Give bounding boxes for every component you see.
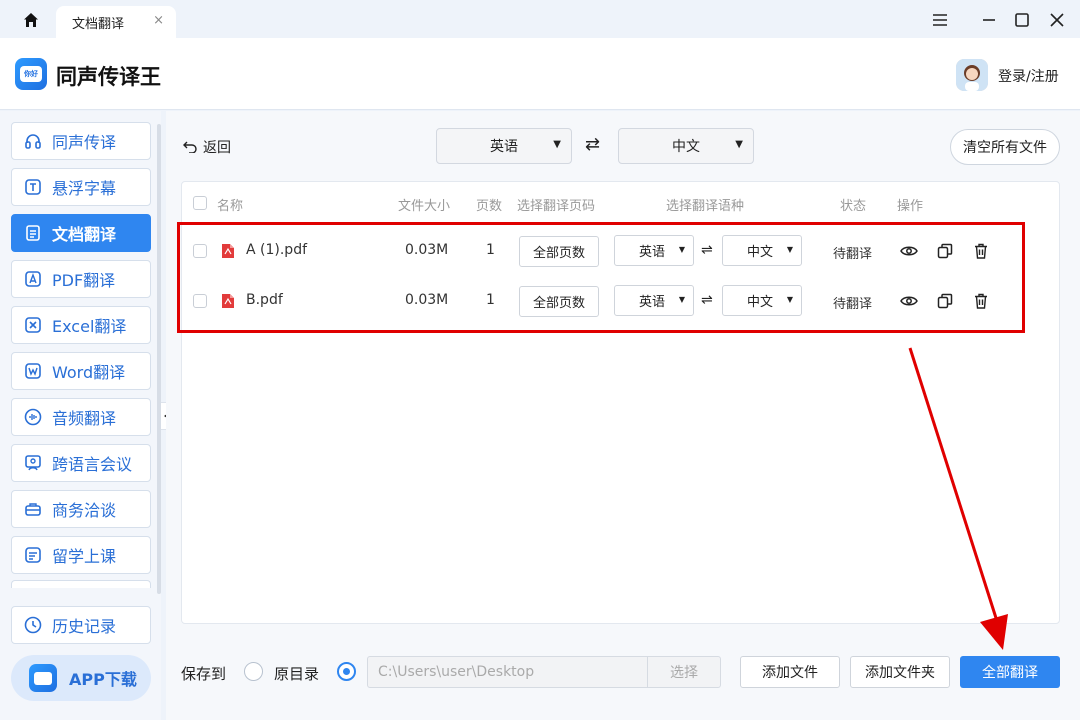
source-language-value: 英语 (490, 139, 518, 155)
headphones-icon (24, 132, 42, 150)
header-status: 状态 (840, 199, 867, 214)
home-button[interactable] (16, 8, 46, 32)
app-download-button[interactable]: APP下载 (11, 655, 151, 701)
app-logo-small (29, 664, 57, 692)
header-language: 选择翻译语种 (666, 199, 745, 214)
sidebar-item-business-negotiation[interactable]: 商务洽谈 (11, 490, 151, 528)
original-dir-radio[interactable] (244, 662, 263, 681)
translate-all-button[interactable]: 全部翻译 (960, 656, 1060, 688)
swap-language-button[interactable]: ⇄ (585, 134, 600, 155)
clock-icon (24, 616, 42, 634)
sidebar-item-cross-language-meeting[interactable]: 跨语言会议 (11, 444, 151, 482)
avatar[interactable] (956, 59, 988, 91)
dropdown-arrow-icon: ▼ (735, 139, 743, 150)
sidebar-item-study-abroad[interactable]: 留学上课 (11, 536, 151, 574)
sidebar-item-floating-subtitle[interactable]: 悬浮字幕 (11, 168, 151, 206)
source-language-select[interactable]: 英语 ▼ (436, 128, 572, 164)
briefcase-icon (24, 500, 42, 518)
back-label: 返回 (203, 140, 231, 156)
clear-all-files-button[interactable]: 清空所有文件 (950, 129, 1060, 165)
minimize-button[interactable] (977, 8, 1001, 32)
sidebar-item-label: 留学上课 (52, 547, 117, 566)
sidebar-item-label: 音频翻译 (52, 409, 117, 428)
header-size: 文件大小 (398, 199, 451, 214)
sidebar-scrollbar[interactable] (157, 124, 161, 594)
select-all-checkbox[interactable] (193, 196, 207, 210)
back-button[interactable]: 返回 (183, 137, 231, 157)
menu-icon (933, 14, 947, 26)
maximize-icon (1015, 13, 1029, 27)
original-dir-label: 原目录 (274, 665, 320, 683)
classroom-icon (24, 546, 42, 564)
header-pages: 页数 (476, 199, 503, 214)
app-title: 同声传译王 (56, 65, 161, 89)
app-logo: 你好 (15, 58, 47, 90)
sidebar-item-document-translate[interactable]: 文档翻译 (11, 214, 151, 252)
menu-button[interactable] (928, 8, 952, 32)
close-button[interactable] (1045, 8, 1069, 32)
sidebar-item-label: 文档翻译 (52, 225, 117, 244)
login-register-link[interactable]: 登录/注册 (998, 66, 1059, 86)
custom-dir-radio[interactable] (337, 662, 356, 681)
pdf-icon (24, 270, 42, 288)
text-t-icon (24, 178, 42, 196)
choose-folder-button[interactable]: 选择 (647, 656, 721, 688)
audio-wave-icon (24, 408, 42, 426)
add-file-button[interactable]: 添加文件 (740, 656, 840, 688)
sidebar-item-pdf-translate[interactable]: PDF翻译 (11, 260, 151, 298)
annotation-highlight-box (177, 222, 1025, 333)
header-name: 名称 (217, 199, 244, 214)
excel-icon (24, 316, 42, 334)
word-icon (24, 362, 42, 380)
title-bar: 文档翻译 × (0, 0, 1080, 38)
maximize-button[interactable] (1010, 8, 1034, 32)
sidebar-item-simultaneous[interactable]: 同声传译 (11, 122, 151, 160)
header-page-range: 选择翻译页码 (517, 199, 596, 214)
history-label: 历史记录 (52, 617, 117, 636)
sidebar-item-label: 同声传译 (52, 133, 117, 152)
target-language-value: 中文 (672, 139, 700, 155)
sidebar-item-word-translate[interactable]: Word翻译 (11, 352, 151, 390)
sidebar-item-label: 商务洽谈 (52, 501, 117, 520)
home-icon (24, 13, 38, 27)
header-actions: 操作 (897, 199, 924, 214)
target-language-select[interactable]: 中文 ▼ (618, 128, 754, 164)
add-folder-button[interactable]: 添加文件夹 (850, 656, 950, 688)
tab-document-translate[interactable]: 文档翻译 × (56, 6, 176, 38)
sidebar-item-partial (11, 580, 151, 588)
sidebar-item-label: PDF翻译 (52, 271, 116, 290)
tab-close-button[interactable]: × (153, 13, 164, 28)
meeting-icon (24, 454, 42, 472)
close-icon (1050, 13, 1064, 27)
save-path-field[interactable] (367, 656, 648, 688)
app-download-label: APP下载 (69, 670, 137, 689)
sidebar-item-label: 悬浮字幕 (52, 179, 117, 198)
back-arrow-icon (183, 141, 197, 153)
save-to-label: 保存到 (181, 665, 227, 683)
sidebar-item-label: 跨语言会议 (52, 455, 133, 474)
avatar-image (956, 59, 988, 91)
app-header: 你好 同声传译王 登录/注册 (0, 38, 1080, 110)
sidebar-item-label: Excel翻译 (52, 317, 127, 336)
sidebar-item-excel-translate[interactable]: Excel翻译 (11, 306, 151, 344)
dropdown-arrow-icon: ▼ (553, 139, 561, 150)
sidebar-item-history[interactable]: 历史记录 (11, 606, 151, 644)
minimize-icon (983, 19, 995, 21)
tab-title: 文档翻译 (72, 16, 125, 32)
sidebar-item-audio-translate[interactable]: 音频翻译 (11, 398, 151, 436)
sidebar-item-label: Word翻译 (52, 363, 126, 382)
document-icon (24, 224, 42, 242)
